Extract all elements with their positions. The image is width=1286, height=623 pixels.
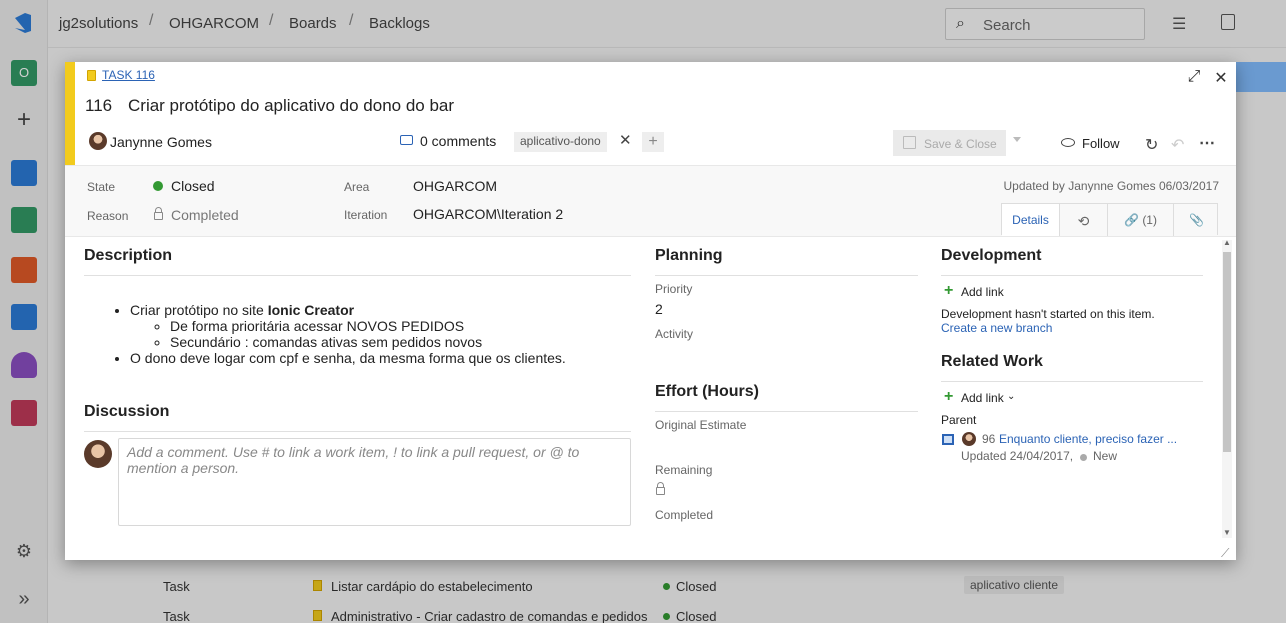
refresh-icon[interactable]: ↻ <box>1145 135 1158 155</box>
reason-lock-icon <box>154 207 163 220</box>
section-divider <box>941 381 1203 382</box>
dialog-header: TASK 116 ⤢ ✕ 116 Criar protótipo do apli… <box>75 62 1236 165</box>
activity-label: Activity <box>655 327 694 341</box>
remove-tag-icon[interactable]: ✕ <box>619 131 632 149</box>
description-item: Criar protótipo no site Ionic Creator De… <box>130 302 566 350</box>
save-divider <box>1006 130 1007 156</box>
save-dropdown-chevron-icon[interactable] <box>1013 137 1021 142</box>
add-link-chevron-down-icon[interactable]: ⌄ <box>1007 391 1015 402</box>
tab-history[interactable]: ⟲ <box>1060 204 1108 236</box>
follow-eye-icon <box>1061 138 1075 147</box>
reason-label: Reason <box>87 209 129 223</box>
add-tag-button[interactable]: + <box>642 132 664 152</box>
activity-field[interactable] <box>655 344 918 364</box>
comment-input[interactable]: Add a comment. Use # to link a work item… <box>118 438 631 526</box>
section-divider <box>84 275 631 276</box>
assignee-name[interactable]: Janynne Gomes <box>110 134 212 150</box>
reason-value: Completed <box>171 207 239 223</box>
detail-tabs: Details ⟲ 🔗 (1) 📎 <box>1001 203 1219 236</box>
parent-id: 96 <box>982 432 996 446</box>
original-estimate-field[interactable] <box>655 436 918 456</box>
related-work-heading: Related Work <box>941 353 1043 370</box>
user-story-icon <box>942 434 954 445</box>
discussion-heading: Discussion <box>84 403 170 420</box>
description-heading: Description <box>84 247 173 264</box>
completed-label: Completed <box>655 508 714 522</box>
area-label: Area <box>344 180 370 194</box>
state-label: State <box>87 180 116 194</box>
priority-label: Priority <box>655 282 693 296</box>
scroll-down-icon[interactable]: ▼ <box>1223 528 1231 537</box>
area-value[interactable]: OHGARCOM <box>413 178 497 194</box>
work-item-type-accent <box>65 62 75 165</box>
task-link[interactable]: TASK 116 <box>102 68 155 82</box>
priority-value[interactable]: 2 <box>655 301 663 317</box>
development-status-text: Development hasn't started on this item. <box>941 307 1155 321</box>
parent-assignee-avatar <box>962 432 976 446</box>
save-icon <box>903 136 916 149</box>
task-icon <box>87 70 96 81</box>
effort-heading: Effort (Hours) <box>655 383 759 400</box>
parent-title-link[interactable]: Enquanto cliente, preciso fazer ... <box>999 432 1177 446</box>
comments-icon <box>400 135 413 145</box>
links-count: (1) <box>1142 213 1157 227</box>
more-actions-icon[interactable]: ⋯ <box>1199 133 1215 153</box>
current-user-avatar <box>84 440 112 468</box>
undo-icon[interactable]: ↶ <box>1171 135 1184 155</box>
add-link-plus-icon: + <box>944 282 954 299</box>
description-subitem: De forma prioritária acessar NOVOS PEDID… <box>170 318 566 334</box>
parent-updated: Updated 24/04/2017, <box>961 449 1074 463</box>
scroll-up-icon[interactable]: ▲ <box>1223 238 1231 247</box>
remaining-lock-icon <box>656 482 665 495</box>
follow-button[interactable]: Follow <box>1082 136 1120 151</box>
section-divider <box>655 411 918 412</box>
add-link-plus-icon: + <box>944 388 954 405</box>
attachment-icon: 📎 <box>1189 213 1204 227</box>
parent-state: New <box>1093 449 1118 463</box>
work-item-id: 116 <box>85 96 113 115</box>
save-close-label: Save & Close <box>924 137 997 151</box>
state-closed-dot-icon <box>153 181 163 191</box>
resize-handle-icon[interactable]: ⟋ <box>1221 546 1229 561</box>
tag-chip[interactable]: aplicativo-dono <box>514 132 607 152</box>
work-item-dialog: TASK 116 ⤢ ✕ 116 Criar protótipo do apli… <box>65 62 1236 560</box>
description-body[interactable]: Criar protótipo no site Ionic Creator De… <box>130 302 566 366</box>
link-icon: 🔗 <box>1124 213 1139 227</box>
description-text: Criar protótipo no site <box>130 302 268 318</box>
close-icon[interactable]: ✕ <box>1211 68 1231 88</box>
section-divider <box>941 275 1203 276</box>
parent-state-dot-icon <box>1080 454 1087 461</box>
parent-label: Parent <box>941 413 977 427</box>
work-item-title[interactable]: Criar protótipo do aplicativo do dono do… <box>128 96 454 116</box>
iteration-label: Iteration <box>344 208 388 222</box>
description-subitem: Secundário : comandas ativas sem pedidos… <box>170 334 566 350</box>
section-divider <box>84 431 631 432</box>
expand-icon[interactable]: ⤢ <box>1184 68 1204 88</box>
history-icon: ⟲ <box>1077 213 1090 229</box>
tab-details[interactable]: Details <box>1002 204 1060 236</box>
tab-links[interactable]: 🔗 (1) <box>1108 204 1174 236</box>
development-heading: Development <box>941 247 1042 264</box>
description-bold-text: Ionic Creator <box>267 302 355 318</box>
description-item: O dono deve logar com cpf e senha, da me… <box>130 350 566 366</box>
remaining-label: Remaining <box>655 463 713 477</box>
original-estimate-label: Original Estimate <box>655 418 747 432</box>
state-value[interactable]: Closed <box>171 178 215 194</box>
iteration-value[interactable]: OHGARCOM\Iteration 2 <box>413 206 563 222</box>
planning-heading: Planning <box>655 247 723 264</box>
tab-attachments[interactable]: 📎 <box>1174 204 1219 236</box>
create-branch-link[interactable]: Create a new branch <box>941 321 1052 335</box>
save-close-button[interactable]: Save & Close <box>893 130 1007 156</box>
assignee-avatar <box>89 132 107 150</box>
related-add-link-button[interactable]: Add link <box>961 391 1004 405</box>
section-divider <box>655 275 918 276</box>
development-add-link-button[interactable]: Add link <box>961 285 1004 299</box>
scrollbar-thumb[interactable] <box>1223 252 1231 452</box>
comments-count[interactable]: 0 comments <box>420 133 496 149</box>
updated-by[interactable]: Updated by Janynne Gomes 06/03/2017 <box>1004 179 1219 193</box>
